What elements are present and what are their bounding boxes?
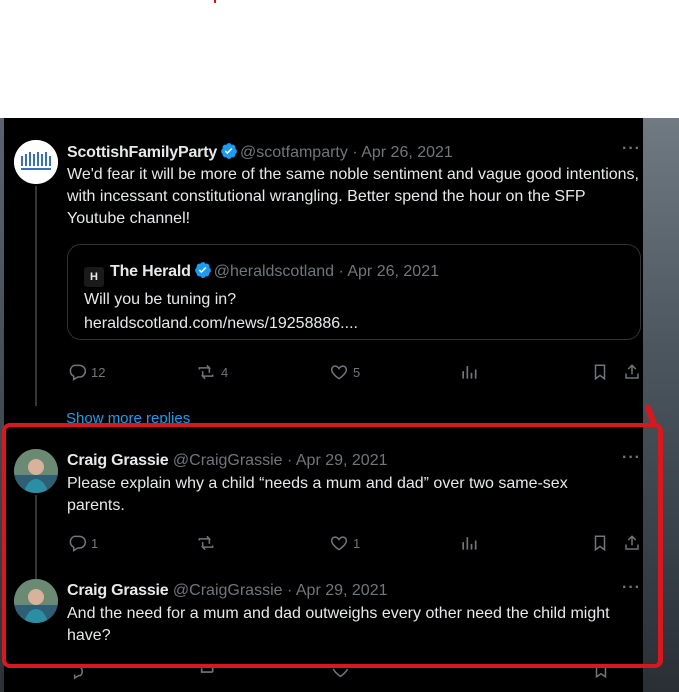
- tweet-text: And the need for a mum and dad outweighs…: [67, 605, 610, 644]
- tweet-date[interactable]: · Apr 26, 2021: [352, 144, 453, 161]
- share-icon: [625, 535, 639, 550]
- tweet-header: Craig Grassie @CraigGrassie · Apr 29, 20…: [67, 581, 388, 601]
- thread-line: [35, 186, 37, 406]
- retweet-icon: [198, 535, 214, 551]
- retweet-count: 4: [221, 364, 229, 380]
- reply-count: 1: [91, 535, 99, 551]
- like-count: 5: [353, 364, 361, 380]
- share-button[interactable]: [623, 362, 641, 382]
- handle[interactable]: @CraigGrassie: [173, 582, 283, 599]
- retweet-button[interactable]: 4: [195, 362, 228, 382]
- share-icon: [625, 364, 639, 379]
- red-mark: [214, 0, 216, 3]
- display-name[interactable]: Craig Grassie: [67, 582, 169, 599]
- profile-photo-icon: [14, 449, 58, 493]
- avatar[interactable]: [14, 449, 58, 493]
- views-button[interactable]: [459, 362, 479, 382]
- reply-icon: [73, 666, 83, 680]
- reply-count: 12: [91, 364, 106, 380]
- bookmark-button[interactable]: [591, 362, 609, 382]
- quote-link[interactable]: heraldscotland.com/news/19258886....: [84, 313, 624, 335]
- like-button[interactable]: 5: [329, 362, 360, 382]
- like-count: 1: [353, 535, 361, 551]
- show-more-replies-link[interactable]: Show more replies: [66, 410, 190, 427]
- tweet-actions: 12 4 5: [67, 362, 643, 384]
- like-button[interactable]: 1: [329, 533, 360, 553]
- more-options-icon[interactable]: ···: [622, 579, 641, 597]
- quote-handle: @heraldscotland: [213, 263, 335, 280]
- heart-icon: [330, 536, 348, 551]
- herald-logo-icon: H: [84, 267, 104, 287]
- tweet-text: We'd fear it will be more of the same no…: [67, 166, 639, 227]
- verified-badge-icon: [194, 261, 212, 285]
- retweet-icon: [198, 364, 214, 380]
- more-options-icon[interactable]: ···: [622, 140, 641, 158]
- reply-button[interactable]: 1: [67, 533, 98, 553]
- sfp-logo-icon: [14, 140, 58, 184]
- tweet-header: ScottishFamilyParty @scotfamparty · Apr 2…: [67, 142, 453, 166]
- bookmark-icon: [594, 535, 606, 552]
- tweet-date[interactable]: · Apr 29, 2021: [287, 452, 388, 469]
- profile-photo-icon: [14, 579, 58, 623]
- quote-date: · Apr 26, 2021: [338, 263, 439, 280]
- reply-icon: [69, 535, 87, 552]
- avatar[interactable]: [14, 140, 58, 184]
- avatar[interactable]: [14, 579, 58, 623]
- quote-display-name[interactable]: The Herald: [110, 263, 191, 280]
- analytics-icon: [462, 366, 477, 379]
- tweet-timeline: ScottishFamilyParty @scotfamparty · Apr 2…: [4, 118, 643, 692]
- tweet-date[interactable]: · Apr 29, 2021: [287, 582, 388, 599]
- retweet-button[interactable]: [195, 533, 217, 553]
- top-margin: [0, 0, 679, 118]
- heart-icon: [332, 668, 349, 678]
- bookmark-icon: [595, 667, 607, 679]
- reply-icon: [69, 364, 87, 381]
- verified-badge-icon: [220, 142, 238, 166]
- tweet-actions: 1 1: [67, 533, 643, 555]
- quoted-tweet[interactable]: H The Herald @heraldscotland · Apr 26, 202…: [67, 244, 641, 340]
- bookmark-icon: [594, 364, 606, 381]
- quote-header: H The Herald @heraldscotland · Apr 26, 202…: [84, 261, 439, 287]
- analytics-icon: [462, 537, 477, 550]
- quote-text: Will you be tuning in?: [84, 291, 237, 308]
- next-tweet-actions-peek: [4, 666, 643, 692]
- heart-icon: [330, 365, 348, 380]
- handle[interactable]: @CraigGrassie: [173, 452, 283, 469]
- tweet-header: Craig Grassie @CraigGrassie · Apr 29, 20…: [67, 451, 388, 471]
- reply-button[interactable]: 12: [67, 362, 105, 382]
- handle[interactable]: @scotfamparty: [240, 144, 348, 161]
- views-button[interactable]: [459, 533, 479, 553]
- display-name[interactable]: Craig Grassie: [67, 452, 169, 469]
- share-button[interactable]: [623, 533, 641, 553]
- retweet-icon: [200, 666, 214, 673]
- bookmark-button[interactable]: [591, 533, 609, 553]
- tweet-text: Please explain why a child “needs a mum …: [67, 475, 568, 514]
- more-options-icon[interactable]: ···: [622, 449, 641, 467]
- display-name[interactable]: ScottishFamilyParty: [67, 144, 217, 161]
